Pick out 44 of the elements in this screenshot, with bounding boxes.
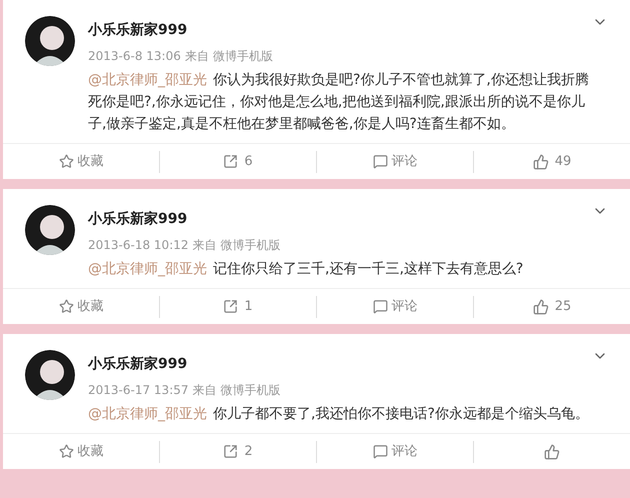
comment-icon bbox=[372, 154, 388, 169]
post-time[interactable]: 2013-6-17 13:57 bbox=[88, 381, 188, 399]
share-icon bbox=[223, 299, 238, 314]
source-prefix: 来自 bbox=[192, 237, 216, 254]
author-name[interactable]: 小乐乐新家999 bbox=[88, 209, 594, 230]
comment-icon bbox=[372, 299, 388, 314]
share-icon bbox=[223, 154, 238, 169]
favorite-button[interactable]: 收藏 bbox=[3, 152, 159, 172]
source-prefix: 来自 bbox=[184, 48, 209, 65]
author-name[interactable]: 小乐乐新家999 bbox=[88, 20, 594, 41]
comment-button[interactable]: 评论 bbox=[317, 296, 473, 316]
thumbs-up-icon bbox=[544, 444, 560, 460]
post-text: @北京律师_邵亚光 你儿子都不要了,我还怕你不接电话?你永远都是个缩头乌龟。 bbox=[88, 405, 590, 424]
favorite-button[interactable]: 收藏 bbox=[3, 296, 159, 316]
star-icon bbox=[58, 444, 74, 459]
star-icon bbox=[58, 154, 74, 169]
repost-button[interactable]: 6 bbox=[160, 152, 316, 172]
comment-button[interactable]: 评论 bbox=[317, 152, 473, 172]
thumbs-up-icon bbox=[532, 154, 549, 170]
comment-icon bbox=[372, 444, 388, 459]
post-time[interactable]: 2013-6-8 13:06 bbox=[88, 47, 181, 65]
star-icon bbox=[58, 299, 74, 314]
favorite-button[interactable]: 收藏 bbox=[3, 442, 159, 462]
post-text: @北京律师_邵亚光 你认为我很好欺负是吧?你儿子不管也就算了,你还想让我折腾死你是吧?,你永远记住，你对他是怎么地,把他送到福利院,跟派出所的说不是你儿子,做亲子鉴定,真是不枉他在梦里都喊爸爸,你是人吗?连畜生都不如。 bbox=[88, 71, 590, 134]
share-icon bbox=[223, 444, 238, 459]
repost-button[interactable]: 1 bbox=[160, 296, 316, 316]
mention-link[interactable]: @北京律师_邵亚光 bbox=[88, 261, 207, 277]
comment-button[interactable]: 评论 bbox=[317, 442, 473, 462]
repost-button[interactable]: 2 bbox=[160, 442, 316, 462]
source-link[interactable]: 微博手机版 bbox=[220, 236, 280, 254]
avatar bbox=[25, 350, 75, 400]
source-link[interactable]: 微博手机版 bbox=[212, 47, 273, 65]
source-link[interactable]: 微博手机版 bbox=[220, 381, 280, 399]
like-button[interactable]: 49 bbox=[474, 152, 630, 172]
avatar bbox=[25, 16, 75, 66]
like-button[interactable]: 25 bbox=[474, 296, 630, 316]
avatar bbox=[25, 205, 75, 255]
mention-link[interactable]: @北京律师_邵亚光 bbox=[88, 72, 207, 88]
post-time[interactable]: 2013-6-18 10:12 bbox=[88, 236, 188, 254]
source-prefix: 来自 bbox=[192, 382, 216, 399]
post-text: @北京律师_邵亚光 记住你只给了三千,还有一千三,这样下去有意思么? bbox=[88, 260, 524, 279]
thumbs-up-icon bbox=[532, 298, 549, 314]
author-name[interactable]: 小乐乐新家999 bbox=[88, 354, 594, 375]
mention-link[interactable]: @北京律师_邵亚光 bbox=[88, 406, 207, 422]
